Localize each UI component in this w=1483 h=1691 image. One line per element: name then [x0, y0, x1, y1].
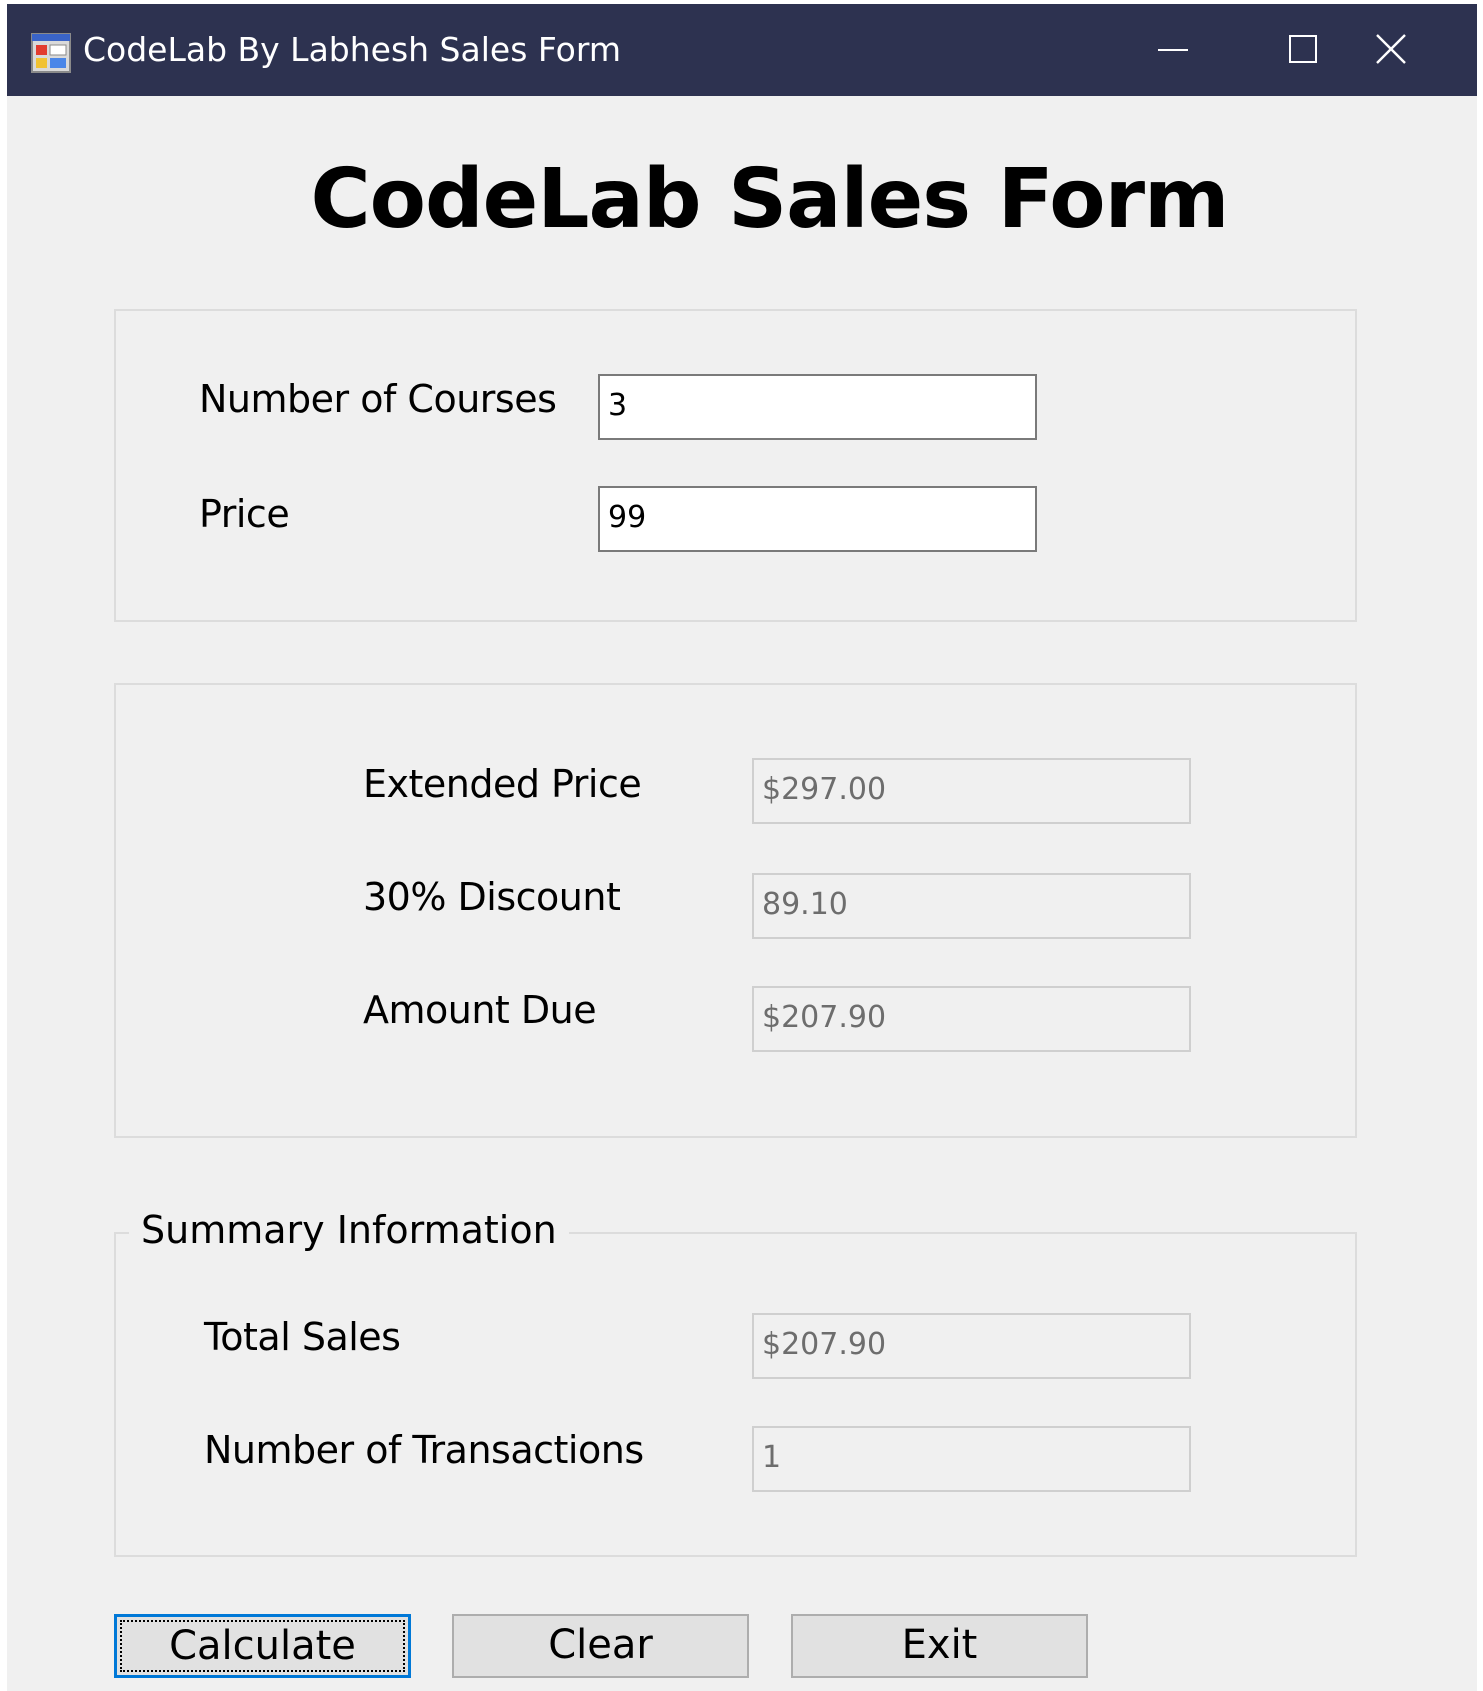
exit-button-label: Exit: [901, 1622, 978, 1668]
close-icon: [1376, 34, 1406, 64]
close-button[interactable]: [1371, 4, 1477, 96]
total-sales-label: Total Sales: [204, 1315, 401, 1359]
summary-group-legend: Summary Information: [129, 1208, 569, 1252]
exit-button[interactable]: Exit: [791, 1614, 1088, 1678]
amount-due-label: Amount Due: [363, 988, 597, 1032]
extended-price-output[interactable]: $297.00: [752, 758, 1191, 824]
extended-price-label: Extended Price: [363, 762, 642, 806]
courses-input[interactable]: 3: [598, 374, 1037, 440]
form-heading: CodeLab Sales Form: [310, 152, 1229, 247]
total-sales-output[interactable]: $207.90: [752, 1313, 1191, 1379]
sales-form-window: CodeLab By Labhesh Sales Form CodeLab Sa…: [7, 4, 1477, 1691]
application-icon[interactable]: [31, 33, 71, 73]
amount-due-output[interactable]: $207.90: [752, 986, 1191, 1052]
input-group-box: [114, 309, 1357, 622]
summary-group-box: [114, 1232, 1357, 1557]
calculate-button[interactable]: Calculate: [114, 1614, 411, 1678]
price-label: Price: [199, 492, 290, 536]
window-title: CodeLab By Labhesh Sales Form: [83, 30, 622, 69]
maximize-button[interactable]: [1238, 4, 1368, 96]
clear-button[interactable]: Clear: [452, 1614, 749, 1678]
discount-output[interactable]: 89.10: [752, 873, 1191, 939]
calculate-button-label: Calculate: [169, 1623, 356, 1669]
title-bar[interactable]: CodeLab By Labhesh Sales Form: [7, 4, 1477, 96]
discount-label: 30% Discount: [363, 875, 621, 919]
minimize-icon: [1158, 49, 1188, 51]
maximize-icon: [1289, 35, 1317, 63]
transactions-label: Number of Transactions: [204, 1428, 644, 1472]
transactions-output[interactable]: 1: [752, 1426, 1191, 1492]
minimize-button[interactable]: [1109, 4, 1239, 96]
price-input[interactable]: 99: [598, 486, 1037, 552]
courses-label: Number of Courses: [199, 377, 557, 421]
clear-button-label: Clear: [548, 1622, 653, 1668]
